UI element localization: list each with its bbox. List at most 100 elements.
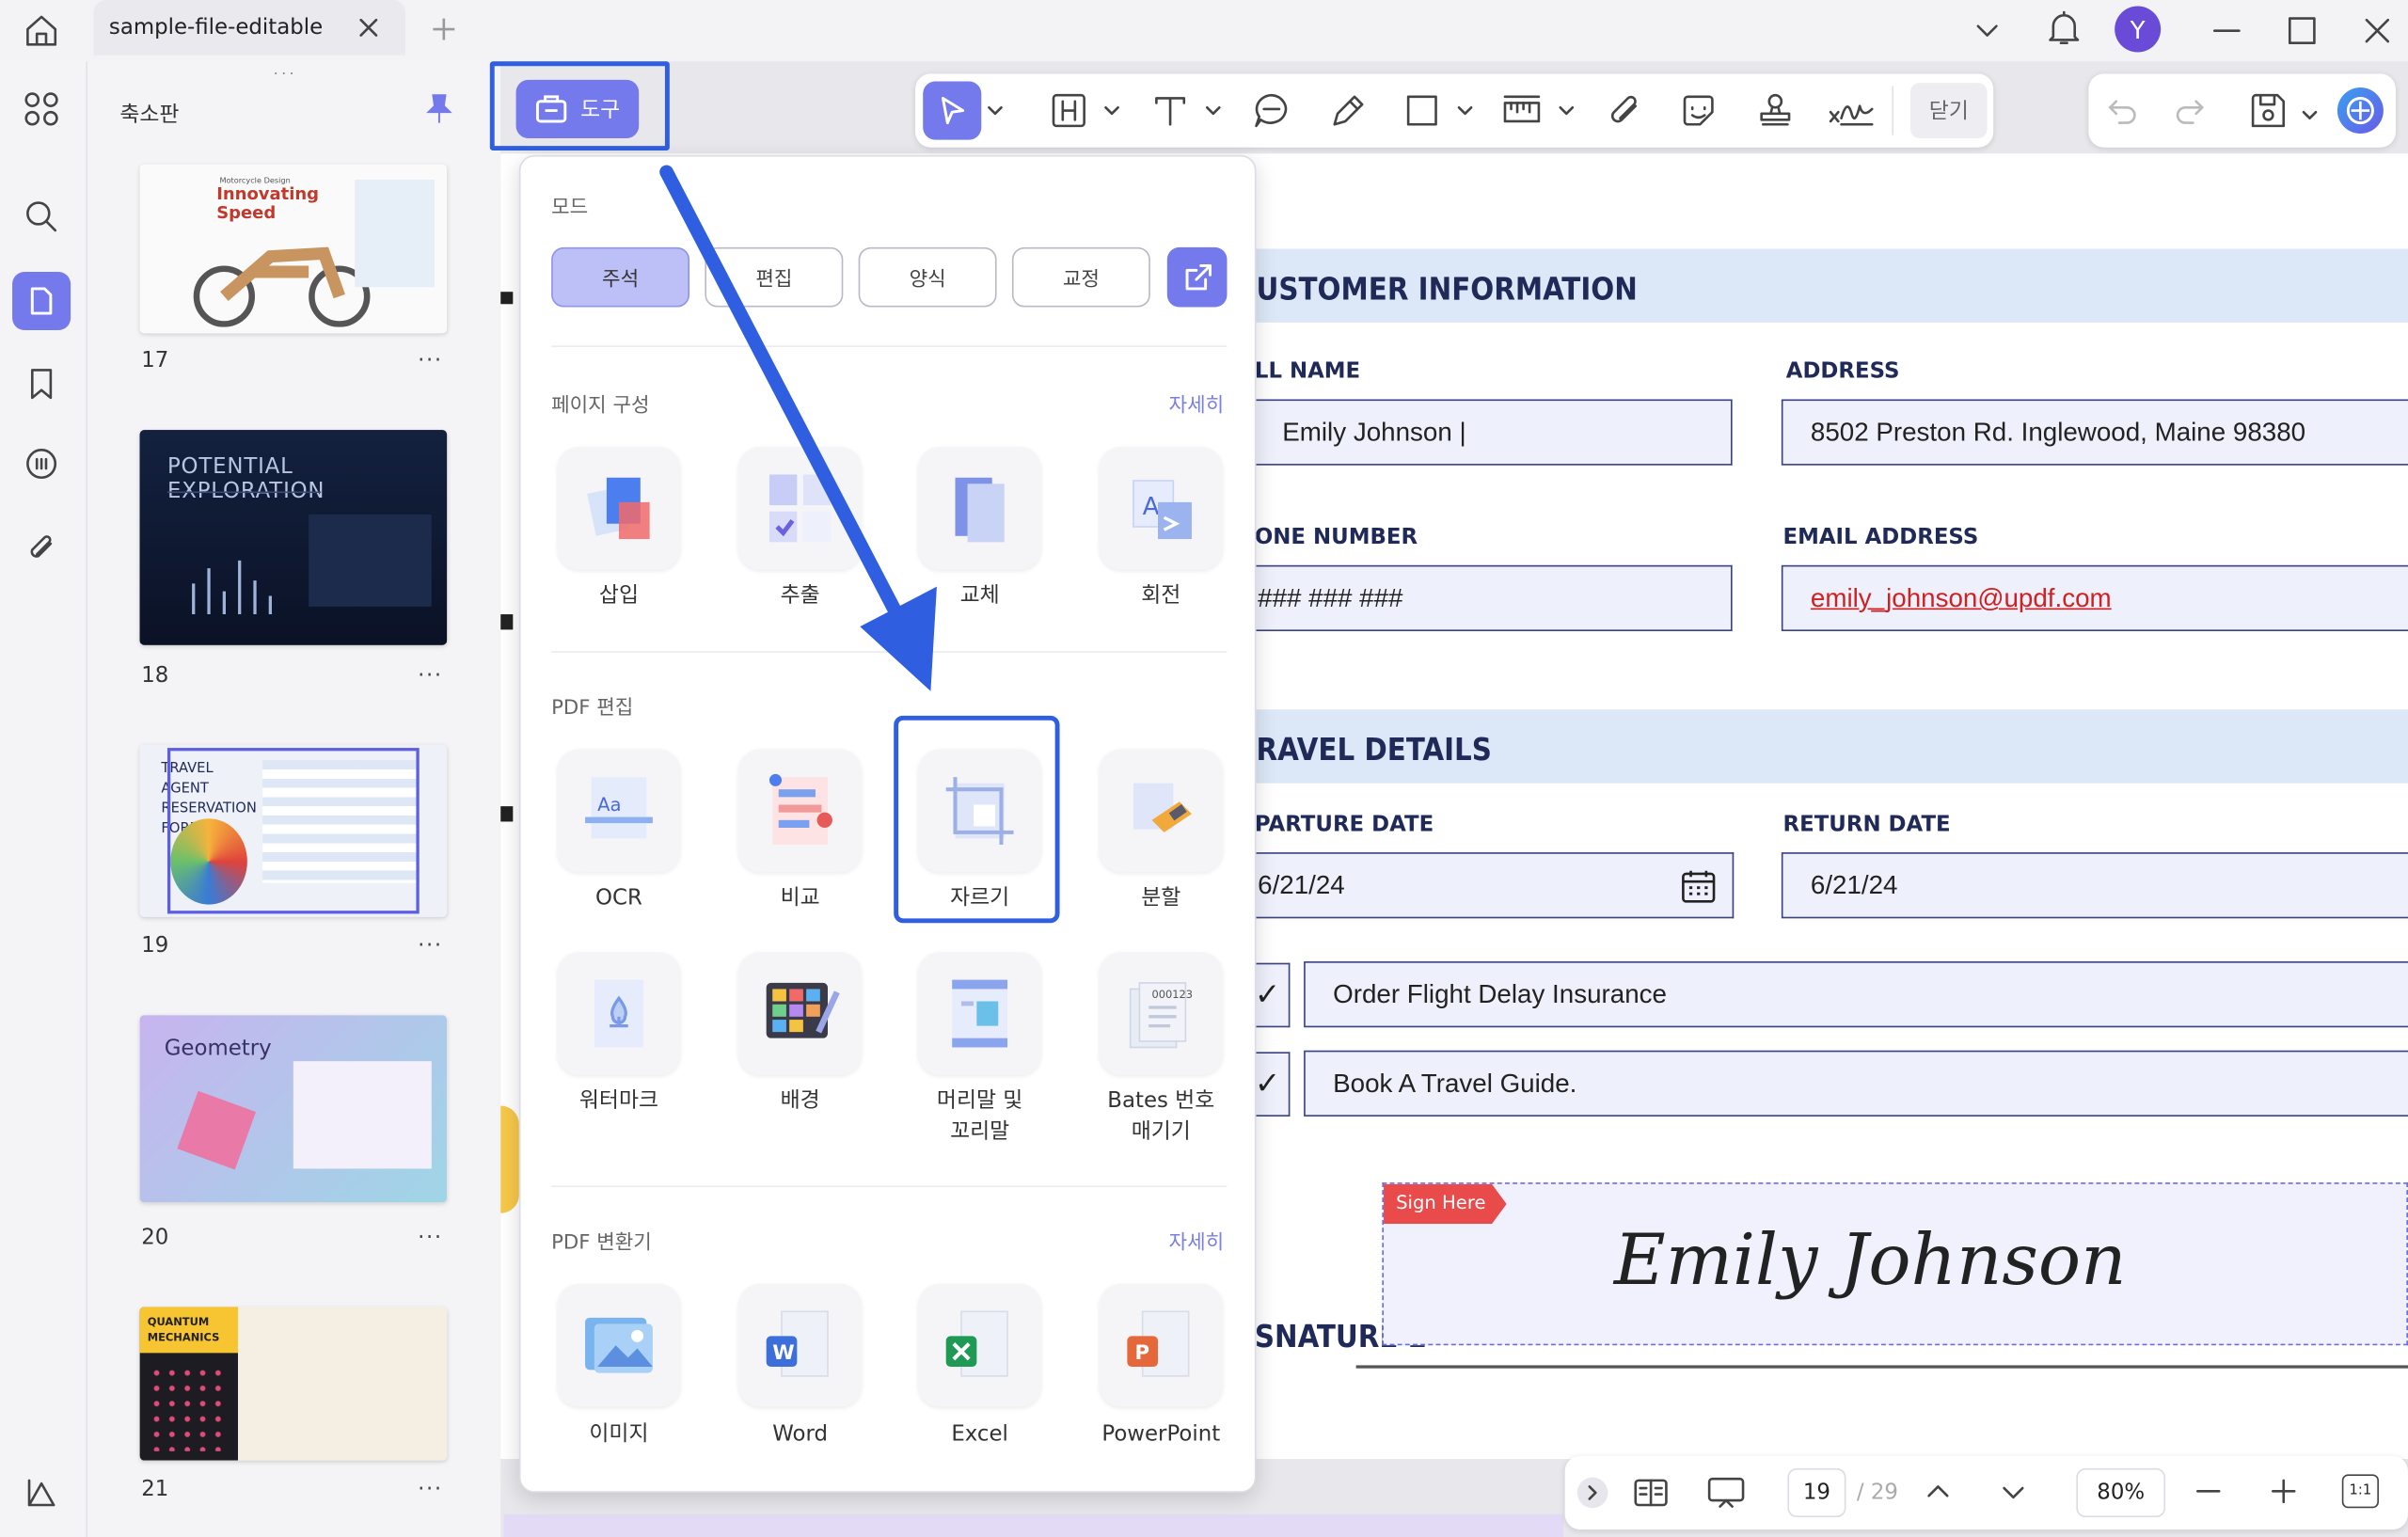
undo-icon[interactable]: [2104, 92, 2141, 135]
check-label-insurance: Order Flight Delay Insurance: [1304, 961, 2408, 1028]
page-layout-icon[interactable]: [1633, 1474, 1670, 1517]
sign-here-tag[interactable]: Sign Here: [1384, 1183, 1507, 1225]
excel-convert-icon[interactable]: [918, 1283, 1041, 1407]
pen-tool-icon[interactable]: [1327, 89, 1370, 133]
presentation-icon[interactable]: [1706, 1474, 1746, 1517]
thumbnail-more-button[interactable]: ···: [418, 1226, 443, 1250]
background-icon[interactable]: [738, 952, 862, 1075]
save-icon[interactable]: [2248, 90, 2288, 136]
close-toolbar-button[interactable]: 닫기: [1910, 83, 1988, 138]
bell-icon[interactable]: [2046, 9, 2083, 55]
sidebar-toggle-icon[interactable]: [12, 1464, 71, 1522]
attach-tool-icon[interactable]: [1603, 89, 1646, 133]
thumbnail-more-button[interactable]: ···: [418, 934, 443, 959]
split-icon[interactable]: [1099, 749, 1223, 873]
tools-button[interactable]: 도구: [515, 79, 640, 138]
thumbnail-page[interactable]: Motorcycle Design Innovating Speed: [139, 164, 448, 334]
next-page-icon[interactable]: [2000, 1479, 2027, 1513]
page-navigation-bar: 19 / 29 80% 1:1: [1564, 1455, 2408, 1530]
search-icon[interactable]: [12, 187, 71, 246]
ocr-icon[interactable]: Aa: [557, 749, 681, 873]
chevron-down-icon[interactable]: [1452, 89, 1477, 133]
thumbnails-icon[interactable]: [12, 271, 71, 331]
watermark-icon[interactable]: [557, 952, 681, 1075]
bates-numbering-icon[interactable]: 000123: [1099, 952, 1223, 1075]
close-tab-icon[interactable]: [356, 15, 381, 46]
word-convert-icon[interactable]: W: [738, 1283, 862, 1407]
open-external-icon[interactable]: [1166, 246, 1228, 308]
arrow-annotation: [659, 165, 937, 691]
zoom-level[interactable]: 80%: [2076, 1467, 2166, 1518]
actual-size-button[interactable]: 1:1: [2341, 1474, 2379, 1509]
email-field[interactable]: emily_johnson@updf.com: [1781, 564, 2408, 632]
checkbox-flight-insurance[interactable]: ✓: [1254, 962, 1291, 1028]
thumbnail-page-selected[interactable]: TRAVEL AGENT RESERVATION FORM: [139, 744, 448, 917]
comment-tool-icon[interactable]: [1250, 89, 1293, 133]
drag-handle[interactable]: ···: [274, 66, 297, 83]
compare-icon[interactable]: [738, 749, 862, 873]
thumbnail-page[interactable]: POTENTIAL EXPLORATION: [139, 430, 448, 645]
rotate-page-icon[interactable]: A: [1099, 447, 1223, 570]
thumbnail-more-button[interactable]: ···: [418, 1478, 443, 1502]
powerpoint-convert-icon[interactable]: P: [1099, 1283, 1223, 1407]
annotation-toolbar: 닫기: [915, 73, 1994, 148]
departure-label: PARTURE DATE: [1254, 812, 1434, 837]
home-icon[interactable]: [22, 10, 61, 56]
maximize-icon[interactable]: [2287, 15, 2318, 52]
redo-icon[interactable]: [2172, 92, 2209, 135]
chevron-down-icon[interactable]: [1972, 15, 2003, 52]
select-tool-icon[interactable]: [923, 81, 982, 140]
minimize-icon[interactable]: [2211, 15, 2242, 52]
pdf-converter-more-link[interactable]: 자세히: [1169, 1226, 1225, 1254]
pin-icon[interactable]: [424, 92, 455, 132]
chevron-down-icon[interactable]: [1554, 89, 1578, 133]
text-tool-icon[interactable]: [1149, 89, 1192, 133]
phone-field[interactable]: ### ### ###: [1254, 564, 1733, 632]
avatar[interactable]: Y: [2115, 6, 2162, 53]
document-tab[interactable]: sample-file-editable: [93, 0, 406, 55]
close-window-icon[interactable]: [2362, 15, 2393, 52]
image-convert-icon[interactable]: [557, 1283, 681, 1407]
bookmark-icon[interactable]: [12, 355, 71, 413]
signature-tool-icon[interactable]: [1825, 89, 1877, 133]
chevron-down-icon[interactable]: [983, 89, 1007, 133]
chevron-right-icon[interactable]: [1576, 1477, 1608, 1509]
ai-assistant-icon[interactable]: [2337, 87, 2384, 135]
return-field[interactable]: 6/21/24: [1781, 852, 2408, 919]
checkbox-travel-guide[interactable]: ✓: [1254, 1052, 1291, 1117]
departure-field[interactable]: 6/21/24: [1254, 852, 1735, 919]
signature-field[interactable]: Emily Johnson: [1382, 1182, 2408, 1346]
zoom-in-icon[interactable]: [2270, 1478, 2297, 1512]
apps-grid-icon[interactable]: [12, 80, 71, 138]
thumbnail-page[interactable]: QUANTUM MECHANICS: [139, 1307, 448, 1461]
zoom-out-icon[interactable]: [2194, 1478, 2222, 1512]
thumbnail-more-button[interactable]: ···: [418, 663, 443, 688]
highlight-tool-icon[interactable]: [1047, 89, 1090, 133]
toolbox-icon: [535, 95, 567, 123]
comment-icon[interactable]: [12, 436, 71, 495]
left-rail: [0, 61, 88, 1537]
shape-tool-icon[interactable]: [1401, 89, 1444, 133]
customer-info-header: USTOMER INFORMATION: [1254, 248, 2408, 323]
thumbnail-more-button[interactable]: ···: [418, 349, 443, 373]
chevron-down-icon[interactable]: [2301, 102, 2320, 131]
previous-page-icon[interactable]: [1925, 1478, 1952, 1512]
total-pages: / 29: [1856, 1480, 1898, 1505]
calendar-icon[interactable]: [1680, 867, 1717, 904]
sticker-tool-icon[interactable]: [1677, 89, 1720, 133]
chevron-down-icon[interactable]: [1100, 89, 1124, 133]
new-tab-icon[interactable]: [430, 15, 457, 49]
address-field[interactable]: 8502 Preston Rd. Inglewood, Maine 98380: [1781, 399, 2408, 466]
attachment-icon[interactable]: [12, 519, 71, 578]
measure-tool-icon[interactable]: [1498, 89, 1545, 133]
page-organize-more-link[interactable]: 자세히: [1169, 388, 1225, 418]
page-organize-header: 페이지 구성: [551, 394, 650, 419]
name-field[interactable]: Emily Johnson |: [1254, 399, 1733, 466]
page-number-input[interactable]: 19: [1787, 1467, 1846, 1518]
stamp-tool-icon[interactable]: [1753, 89, 1797, 133]
thumbnail-page[interactable]: Geometry: [139, 1015, 448, 1203]
mode-review-button[interactable]: 교정: [1011, 246, 1150, 308]
header-footer-icon[interactable]: [918, 952, 1041, 1075]
return-label: RETURN DATE: [1782, 812, 1951, 837]
chevron-down-icon[interactable]: [1201, 89, 1226, 133]
